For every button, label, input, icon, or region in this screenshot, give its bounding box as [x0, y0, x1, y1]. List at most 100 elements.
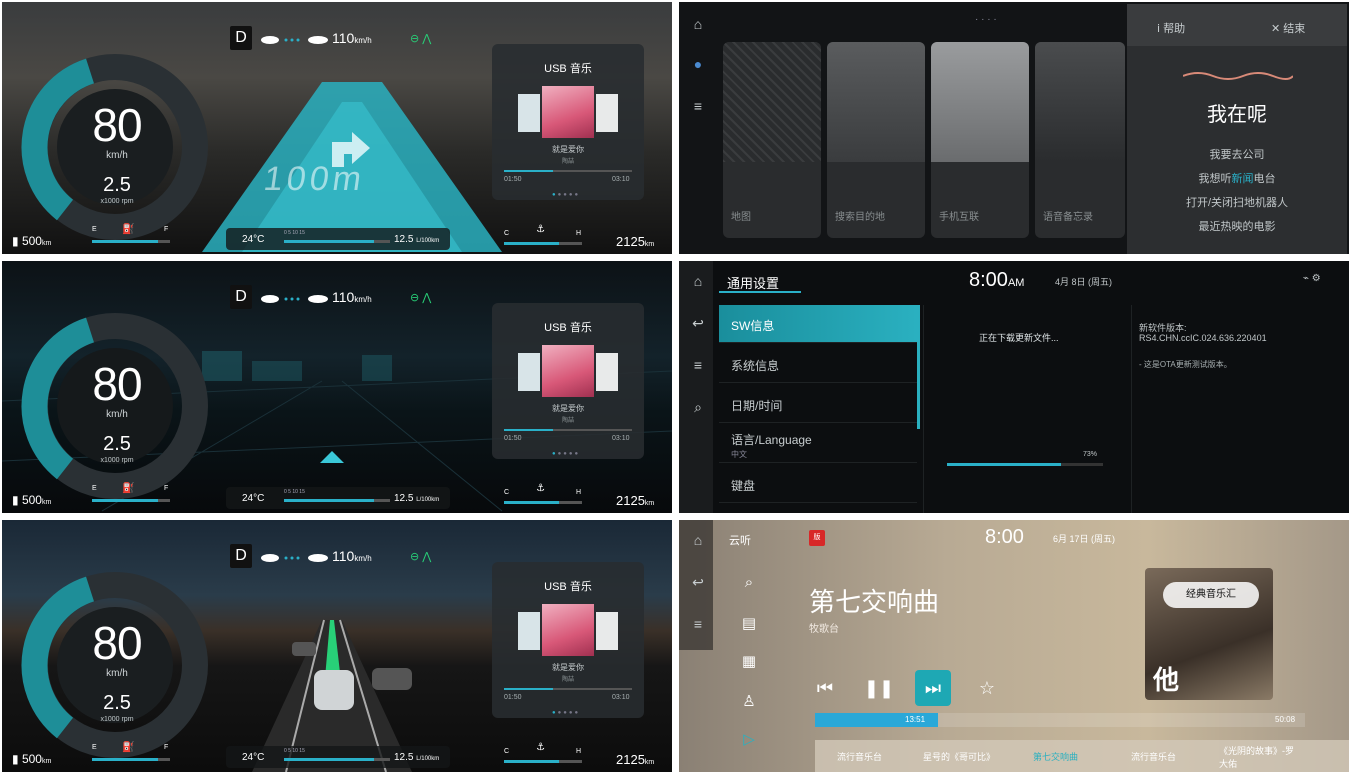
next-album-cover	[596, 353, 618, 391]
coolant-gauge: C ⚓ H	[504, 742, 584, 768]
home-icon[interactable]: ⌂	[689, 532, 707, 550]
media-progress	[504, 688, 632, 690]
user-icon[interactable]: ♙	[737, 692, 761, 716]
pause-button[interactable]: ❚❚	[861, 670, 897, 706]
playlist-item[interactable]: 第七交响曲	[1033, 750, 1078, 763]
menu-sw-info[interactable]: SW信息	[719, 305, 917, 343]
fuel-pump-icon: ⛽	[122, 742, 135, 753]
fuel-pump-icon: ⛽	[122, 224, 135, 235]
odometer: 2125km	[616, 752, 655, 767]
music-player-screen: ⌂ ↩ ≡ 云听 版 8:00 6月 17日 (周五) ⌕ ▤ ▦ ♙ ▷ 第七…	[679, 520, 1349, 772]
suggestion-item[interactable]: 我想听新闻电台	[1127, 170, 1347, 186]
fuel-gauge: E ⛽ F	[92, 483, 172, 509]
menu-date-time[interactable]: 日期/时间	[719, 385, 917, 423]
menu-icon[interactable]: ≡	[689, 98, 707, 116]
card-search-destination[interactable]: 搜索目的地	[827, 42, 925, 238]
download-percent: 73%	[1083, 451, 1098, 458]
speed-unit: km/h	[106, 668, 128, 679]
page-indicator-icon: · · · ·	[975, 14, 997, 25]
speed-unit: km/h	[106, 409, 128, 420]
adaptive-cruise-icon	[261, 36, 328, 44]
previous-button[interactable]: ⏮	[807, 670, 843, 706]
card-map[interactable]: 地图	[723, 42, 821, 238]
coolant-gauge: C ⚓ H	[504, 224, 584, 250]
grid-icon[interactable]: ▦	[737, 652, 761, 676]
adaptive-cruise-icon	[261, 554, 328, 562]
rpm-value: 2.5	[103, 692, 131, 714]
card-voice-memo[interactable]: 语音备忘录	[1035, 42, 1125, 238]
time-total: 50:08	[1275, 715, 1296, 724]
help-button[interactable]: ⅰ 帮助	[1157, 20, 1185, 36]
album-cover	[542, 345, 594, 397]
rpm-unit: x1000 rpm	[100, 716, 134, 723]
odometer: 2125km	[616, 234, 655, 249]
app-name: 云听	[729, 535, 751, 547]
menu-scrollbar[interactable]	[917, 305, 920, 429]
menu-icon[interactable]: ≡	[689, 357, 707, 375]
playlist-bar: 流行音乐台 星号的《哥可比》 第七交响曲 流行音乐台 《光阴的故事》-罗大佑	[815, 740, 1349, 772]
playlist-item[interactable]: 流行音乐台	[837, 750, 882, 763]
playlist-item[interactable]: 星号的《哥可比》	[923, 750, 995, 763]
menu-system-info[interactable]: 系统信息	[719, 345, 917, 383]
trip-info-bar: 24°C 0 5 10 15 12.5 L/100km	[226, 487, 450, 509]
prev-album-cover	[518, 353, 540, 391]
nav-distance: 100m	[261, 160, 368, 198]
search-icon[interactable]: ⌕	[737, 574, 761, 598]
suggestion-item[interactable]: 最近热映的电影	[1127, 218, 1347, 234]
page-dots: ●●●●●	[552, 451, 581, 457]
rpm-unit: x1000 rpm	[100, 198, 134, 205]
album-art: 经典音乐汇 他	[1145, 568, 1273, 700]
track-progress[interactable]	[815, 713, 1305, 727]
radio-icon[interactable]: ▤	[737, 614, 761, 638]
rpm-value: 2.5	[103, 174, 131, 196]
media-progress	[504, 429, 632, 431]
assistant-greeting: 我在呢	[1207, 104, 1267, 126]
date: 6月 17日 (周五)	[1053, 534, 1116, 544]
time-current: 13:51	[905, 715, 926, 724]
lane-assist-icon: ⊖ ⋀	[410, 33, 432, 45]
next-album-cover	[596, 612, 618, 650]
page-title: 通用设置	[727, 276, 780, 291]
home-icon[interactable]: ⌂	[689, 273, 707, 291]
card-phone-connect[interactable]: 手机互联	[931, 42, 1029, 238]
suggestion-item[interactable]: 我要去公司	[1127, 146, 1347, 162]
voice-assistant-screen: ⌂ ● ≡ · · · · 地图 搜索目的地 手机互联 语音备忘录 ⅰ 帮助 ✕…	[679, 2, 1349, 254]
outside-temp: 24°C	[242, 493, 265, 504]
playlist-item[interactable]: 《光阴的故事》-罗大佑	[1219, 744, 1299, 770]
lane-assist-icon: ⊖ ⋀	[410, 551, 432, 563]
gear-indicator: D	[230, 285, 252, 309]
favorite-button[interactable]: ☆	[969, 670, 1005, 706]
fuel-gauge: E ⛽ F	[92, 224, 172, 250]
adaptive-cruise-icon	[261, 295, 328, 303]
back-icon[interactable]: ↩	[689, 315, 707, 333]
suggestion-item[interactable]: 打开/关闭扫地机器人	[1127, 194, 1347, 210]
rpm-value: 2.5	[103, 433, 131, 455]
media-card: USB 音乐 就是爱你 陶喆 01:50 03:10 ●●●●●	[492, 562, 644, 718]
play-icon[interactable]: ▷	[737, 730, 761, 754]
next-album-cover	[596, 94, 618, 132]
rpm-unit: x1000 rpm	[100, 457, 134, 464]
menu-language[interactable]: 语言/Language 中文	[719, 425, 917, 463]
menu-icon[interactable]: ≡	[689, 616, 707, 634]
back-icon[interactable]: ↩	[689, 574, 707, 592]
globe-icon[interactable]: ●	[689, 56, 707, 74]
track-subtitle: 牧歌台	[809, 624, 839, 635]
search-icon[interactable]: ⌕	[689, 399, 707, 417]
home-icon[interactable]: ⌂	[689, 16, 707, 34]
fuel-economy: 12.5 L/100km	[394, 752, 440, 763]
fuel-economy: 12.5 L/100km	[394, 234, 440, 245]
playlist-item[interactable]: 流行音乐台	[1131, 750, 1176, 763]
trip-info-bar: 24°C 0 5 10 15 12.5 L/100km	[226, 228, 450, 250]
date: 4月 8日 (周五)	[1055, 277, 1113, 287]
end-button[interactable]: ✕ 结束	[1271, 20, 1305, 36]
voice-waveform-icon	[1183, 72, 1293, 80]
fuel-economy: 12.5 L/100km	[394, 493, 440, 504]
speed-value: 80	[92, 358, 142, 410]
thermometer-icon: ⚓	[536, 224, 545, 235]
menu-keyboard[interactable]: 键盘	[719, 465, 917, 503]
side-rail: ⌂ ↩ ≡	[679, 520, 713, 650]
range-value: ▮ 500km	[12, 752, 52, 766]
album-cover	[542, 604, 594, 656]
gear-indicator: D	[230, 26, 252, 50]
next-button[interactable]: ⏭	[915, 670, 951, 706]
